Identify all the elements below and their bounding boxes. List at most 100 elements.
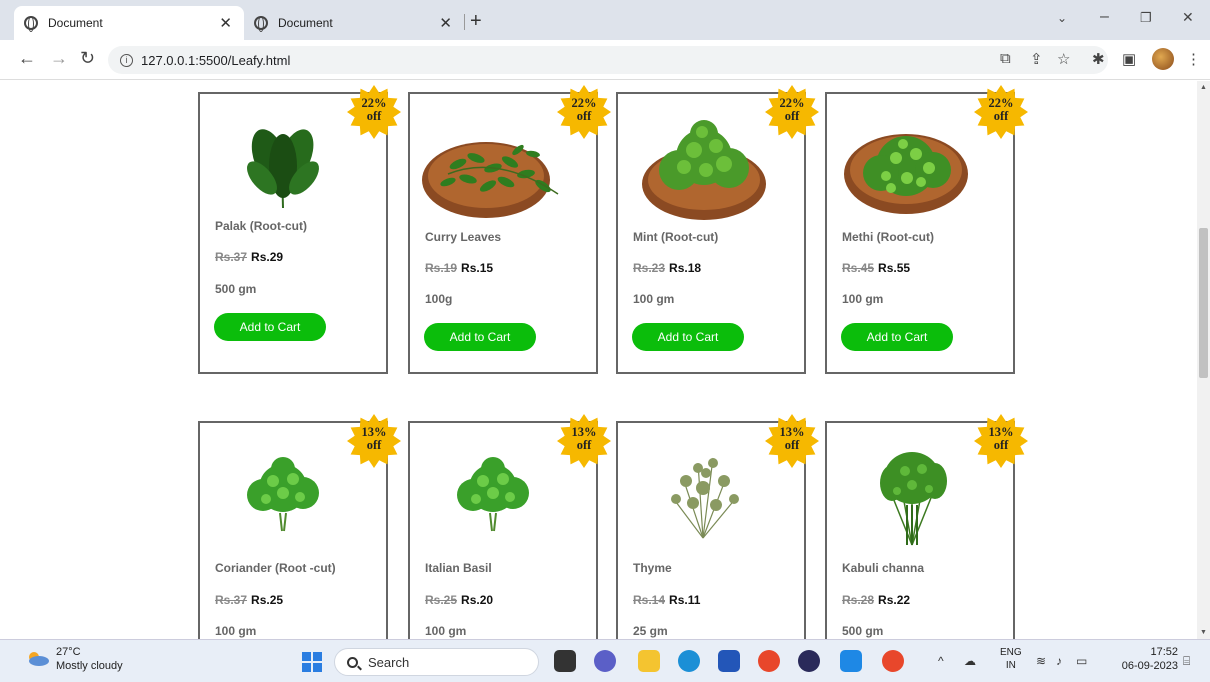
- discount-off: off: [576, 438, 592, 452]
- old-price: Rs.45: [842, 261, 875, 275]
- palak-image: [247, 129, 319, 209]
- search-placeholder: Search: [368, 654, 410, 670]
- old-price: Rs.23: [633, 261, 666, 275]
- add-to-cart-button[interactable]: Add to Cart: [632, 323, 744, 351]
- tab-document-1[interactable]: Document ✕: [14, 6, 244, 40]
- discount-badge: 13% off: [765, 414, 819, 468]
- old-price: Rs.37: [215, 593, 248, 607]
- product-price: Rs.25 Rs.20: [425, 593, 493, 607]
- discount-off: off: [576, 109, 592, 123]
- system-clock[interactable]: 17:52 06-09-2023: [1120, 645, 1178, 673]
- product-quantity: 100 gm: [633, 292, 675, 306]
- bookmark-star-icon[interactable]: ☆: [1057, 50, 1070, 68]
- add-to-cart-button[interactable]: Add to Cart: [841, 323, 953, 351]
- product-quantity: 100g: [425, 292, 453, 306]
- chrome-icon[interactable]: [758, 650, 780, 672]
- scrollbar-thumb[interactable]: [1199, 228, 1208, 378]
- notifications-icon[interactable]: ⌸: [1183, 654, 1190, 669]
- tab-title: Document: [48, 16, 103, 30]
- forward-arrow-icon[interactable]: →: [50, 48, 68, 69]
- old-price: Rs.25: [425, 593, 458, 607]
- product-price: Rs.37 Rs.29: [215, 250, 283, 264]
- address-bar[interactable]: i 127.0.0.1:5500/Leafy.html: [108, 46, 1108, 74]
- vertical-scrollbar[interactable]: ▲ ▼: [1197, 81, 1210, 639]
- new-price: Rs.11: [669, 593, 701, 607]
- share-icon[interactable]: ⇪: [1030, 50, 1043, 68]
- language-indicator[interactable]: ENG IN: [1000, 646, 1022, 672]
- new-tab-icon[interactable]: +: [470, 10, 482, 33]
- product-name: Curry Leaves: [425, 230, 502, 244]
- product-name: Methi (Root-cut): [842, 230, 934, 244]
- old-price: Rs.14: [633, 593, 666, 607]
- product-name: Thyme: [633, 561, 672, 575]
- show-hidden-icons-chevron-icon[interactable]: ^: [938, 654, 944, 668]
- clock-time: 17:52: [1150, 646, 1178, 658]
- translate-icon[interactable]: ⧉: [1000, 50, 1011, 67]
- app-icon[interactable]: [798, 650, 820, 672]
- discount-badge: 13% off: [557, 414, 611, 468]
- weather-temperature[interactable]: 27°C: [56, 646, 81, 658]
- product-price: Rs.45 Rs.55: [842, 261, 910, 275]
- mint-image: [642, 120, 766, 220]
- taskbar-search-input[interactable]: Search: [334, 648, 539, 676]
- product-price: Rs.37 Rs.25: [215, 593, 283, 607]
- discount-off: off: [784, 109, 800, 123]
- cloud-icon[interactable]: [26, 650, 50, 666]
- store-icon[interactable]: [718, 650, 740, 672]
- back-arrow-icon[interactable]: ←: [18, 48, 36, 69]
- side-panel-icon[interactable]: ▣: [1122, 50, 1136, 68]
- close-window-icon[interactable]: ✕: [1182, 9, 1194, 26]
- product-price: Rs.23 Rs.18: [633, 261, 701, 275]
- chrome-active-icon[interactable]: [882, 650, 904, 672]
- onedrive-icon[interactable]: ☁: [964, 654, 976, 668]
- discount-off: off: [993, 109, 1009, 123]
- windows-start-icon[interactable]: [302, 652, 322, 672]
- chat-icon[interactable]: [594, 650, 616, 672]
- product-name: Italian Basil: [425, 561, 492, 575]
- italian-basil-image: [457, 457, 529, 532]
- windows-taskbar: 27°C Mostly cloudy Search ^ ☁ ENG IN ≋ ♪…: [0, 639, 1210, 682]
- close-tab-icon[interactable]: ✕: [219, 14, 232, 32]
- discount-badge: 13% off: [347, 414, 401, 468]
- add-to-cart-button[interactable]: Add to Cart: [424, 323, 536, 351]
- page-viewport: Palak (Root-cut) Rs.37 Rs.29 500 gm Add t…: [0, 81, 1197, 639]
- weather-description[interactable]: Mostly cloudy: [56, 660, 123, 672]
- product-quantity: 25 gm: [633, 624, 668, 638]
- product-quantity: 100 gm: [425, 624, 467, 638]
- volume-icon[interactable]: ♪: [1056, 654, 1062, 668]
- kabuli-channa-image: [880, 452, 947, 546]
- tab-document-2[interactable]: Document ✕: [244, 6, 464, 40]
- battery-icon[interactable]: ▭: [1076, 654, 1087, 668]
- site-info-icon[interactable]: i: [120, 53, 133, 67]
- close-tab-icon[interactable]: ✕: [439, 14, 452, 32]
- minimize-icon[interactable]: –: [1100, 8, 1109, 26]
- product-name: Palak (Root-cut): [215, 219, 308, 233]
- new-price: Rs.22: [878, 593, 911, 607]
- product-name: Mint (Root-cut): [633, 230, 719, 244]
- discount-percent: 13%: [571, 425, 597, 439]
- extensions-icon[interactable]: ✱: [1092, 50, 1105, 68]
- discount-off: off: [366, 438, 382, 452]
- methi-image: [844, 134, 968, 214]
- discount-percent: 22%: [988, 96, 1014, 110]
- file-explorer-icon[interactable]: [638, 650, 660, 672]
- scroll-up-arrow-icon[interactable]: ▲: [1200, 84, 1207, 91]
- discount-off: off: [366, 109, 382, 123]
- coriander-image: [247, 457, 319, 532]
- product-name: Kabuli channa: [842, 561, 925, 575]
- profile-avatar[interactable]: [1152, 48, 1174, 70]
- vscode-icon[interactable]: [840, 650, 862, 672]
- add-to-cart-button[interactable]: Add to Cart: [214, 313, 326, 341]
- new-price: Rs.15: [461, 261, 494, 275]
- edge-browser-icon[interactable]: [678, 650, 700, 672]
- tab-separator: [464, 14, 465, 30]
- tab-search-chevron-icon[interactable]: ⌄: [1057, 11, 1067, 25]
- wifi-icon[interactable]: ≋: [1036, 654, 1046, 668]
- discount-off: off: [784, 438, 800, 452]
- restore-icon[interactable]: ❐: [1140, 10, 1152, 26]
- menu-kebab-icon[interactable]: ⋮: [1186, 50, 1201, 68]
- navigation-bar: ← → ↻ i 127.0.0.1:5500/Leafy.html ⧉ ⇪ ☆ …: [0, 40, 1210, 80]
- reload-icon[interactable]: ↻: [80, 48, 95, 69]
- task-view-icon[interactable]: [554, 650, 576, 672]
- scroll-down-arrow-icon[interactable]: ▼: [1200, 629, 1207, 636]
